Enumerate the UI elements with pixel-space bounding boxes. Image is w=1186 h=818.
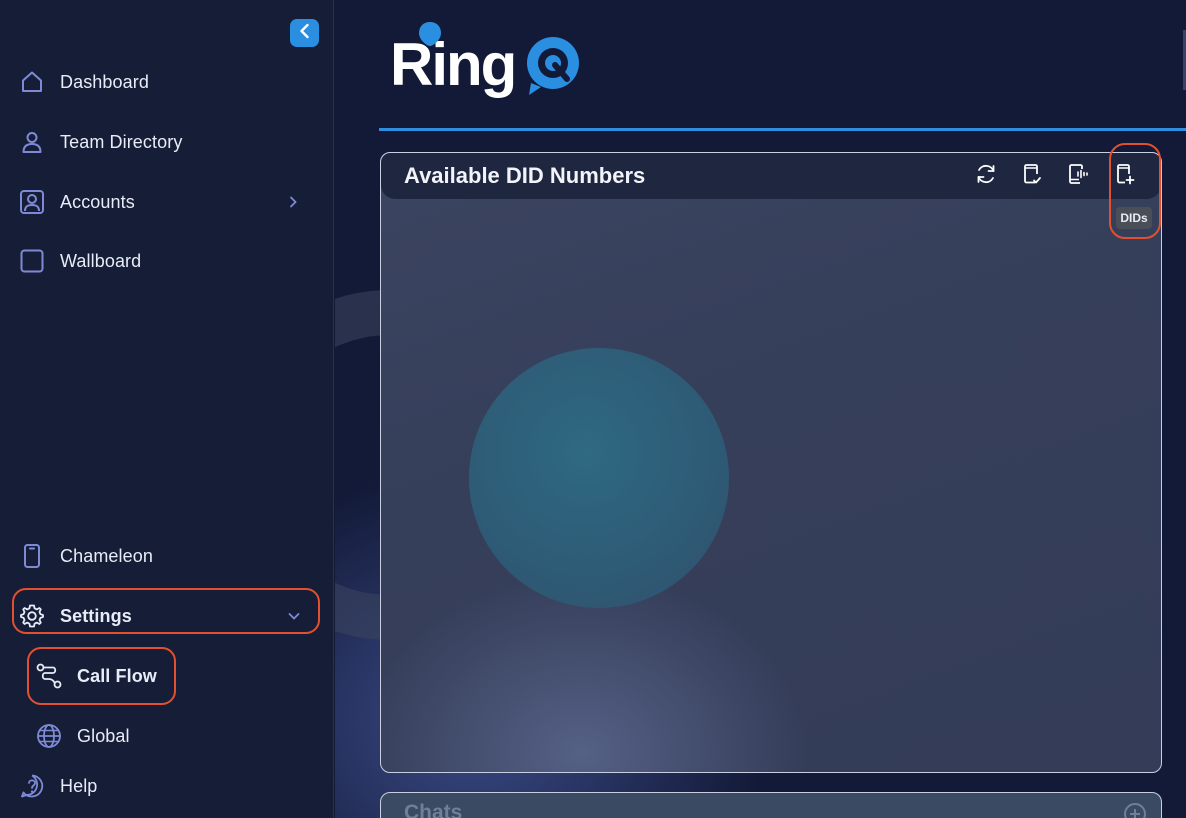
sidebar-item-label: Accounts: [60, 191, 135, 212]
main-area: Ring Available DID Numbers DIDs Chats: [335, 0, 1186, 818]
dids-tooltip: DIDs: [1116, 207, 1152, 229]
sidebar-item-call-flow[interactable]: Call Flow: [35, 656, 157, 696]
sidebar-item-label: Dashboard: [60, 71, 149, 92]
logo-text: Ring: [390, 30, 517, 98]
account-box-icon: [18, 188, 46, 216]
chevron-left-icon: [298, 23, 312, 44]
sidebar-item-settings[interactable]: Settings: [18, 596, 132, 636]
chevron-right-icon[interactable]: [287, 182, 299, 222]
assign-did-button[interactable]: [1009, 153, 1055, 199]
logo-dot-icon: [417, 20, 443, 53]
did-audio-button[interactable]: [1055, 153, 1101, 199]
phone-icon: [18, 542, 46, 570]
phone-add-icon: [1112, 162, 1136, 191]
phone-audio-icon: [1066, 162, 1090, 191]
refresh-button[interactable]: [963, 153, 1009, 199]
help-icon: [18, 772, 46, 800]
sidebar-item-accounts[interactable]: Accounts: [18, 182, 135, 222]
globe-icon: [35, 722, 63, 750]
sidebar-item-help[interactable]: Help: [18, 766, 97, 806]
sidebar: Dashboard Team Directory Accounts Wallbo…: [0, 0, 334, 818]
user-icon: [18, 128, 46, 156]
home-icon: [18, 68, 46, 96]
sidebar-item-wallboard[interactable]: Wallboard: [18, 241, 141, 281]
sidebar-item-global[interactable]: Global: [35, 716, 130, 756]
gear-icon: [18, 602, 46, 630]
sidebar-item-label: Team Directory: [60, 131, 183, 152]
chevron-down-icon[interactable]: [287, 596, 301, 636]
phone-check-icon: [1020, 162, 1044, 191]
add-did-button[interactable]: [1101, 153, 1147, 199]
square-icon: [18, 247, 46, 275]
sidebar-item-chameleon[interactable]: Chameleon: [18, 536, 153, 576]
sidebar-item-label: Call Flow: [77, 665, 157, 686]
decorative-blob: [469, 348, 729, 608]
sidebar-item-team-directory[interactable]: Team Directory: [18, 122, 182, 162]
card-toolbar: [963, 153, 1147, 199]
header-divider: [379, 128, 1186, 131]
card-title: Available DID Numbers: [404, 163, 646, 188]
sidebar-item-label: Help: [60, 775, 98, 796]
sidebar-item-label: Wallboard: [60, 250, 142, 271]
chats-card: Chats: [380, 792, 1162, 818]
q-bubble-logo-icon: [517, 29, 587, 99]
available-did-card: Available DID Numbers DIDs: [380, 152, 1162, 773]
route-icon: [35, 662, 63, 690]
sidebar-item-label: Global: [77, 725, 130, 746]
sidebar-item-label: Settings: [60, 605, 132, 626]
card-header: Available DID Numbers: [381, 153, 1161, 199]
chats-title: Chats: [404, 801, 463, 818]
sidebar-item-dashboard[interactable]: Dashboard: [18, 62, 149, 102]
refresh-icon: [974, 162, 998, 191]
plus-circle-icon[interactable]: [1124, 803, 1146, 818]
sidebar-item-label: Chameleon: [60, 545, 153, 566]
collapse-sidebar-button[interactable]: [290, 19, 319, 47]
